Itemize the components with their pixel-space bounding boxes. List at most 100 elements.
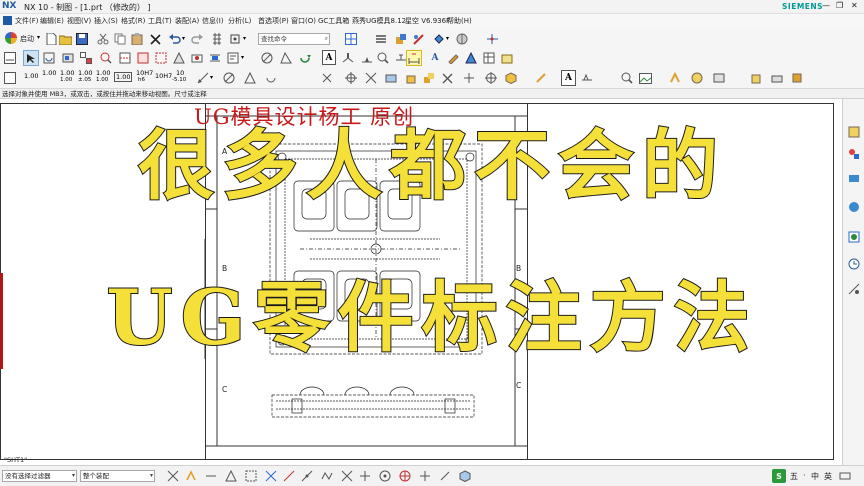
assembly-icon[interactable] — [422, 71, 436, 85]
menu-info[interactable]: 信息(I) — [202, 16, 224, 26]
feature-control-frame-icon[interactable] — [341, 51, 355, 65]
snap-dropdown-icon[interactable]: ▾ — [243, 35, 246, 42]
view-dropdown-icon[interactable]: ▾ — [446, 35, 449, 42]
projected-view-icon[interactable] — [79, 51, 93, 65]
surface-finish-icon[interactable] — [580, 71, 594, 85]
close-button[interactable]: ✕ — [851, 1, 858, 10]
more-tools-icon[interactable] — [790, 71, 804, 85]
symbol-icon[interactable] — [464, 51, 478, 65]
copy-icon[interactable] — [113, 32, 127, 46]
menu-help[interactable]: 帮助(H) — [447, 16, 472, 26]
dim-tool-6[interactable]: 1.00 — [114, 72, 133, 82]
web-browser-icon[interactable] — [847, 230, 861, 244]
ime-dot-label[interactable]: · — [803, 471, 806, 480]
undo-dropdown-icon[interactable]: ▾ — [182, 35, 185, 42]
render-icon[interactable] — [534, 71, 548, 85]
select-arrow-icon[interactable] — [23, 50, 39, 66]
point-icon[interactable] — [462, 71, 476, 85]
arc-center-icon[interactable] — [264, 71, 278, 85]
end-point-icon[interactable] — [282, 469, 296, 483]
ime-wubi-label[interactable]: 五 — [790, 471, 798, 482]
text-style-icon[interactable]: A — [428, 51, 442, 65]
datum-feature-icon[interactable] — [360, 51, 374, 65]
image-icon[interactable] — [638, 71, 652, 85]
hole-table-icon[interactable] — [668, 71, 682, 85]
save-icon[interactable] — [75, 32, 89, 46]
start-icon[interactable] — [5, 32, 17, 44]
inferred-point-icon[interactable] — [264, 469, 278, 483]
hide-components-icon[interactable] — [260, 51, 274, 65]
note-text-icon[interactable]: A — [561, 70, 576, 86]
layer-settings-icon[interactable] — [374, 32, 388, 46]
command-search-input[interactable]: 查找命令 ⌕ — [258, 33, 330, 45]
layer-icon[interactable] — [384, 71, 398, 85]
snap-icon[interactable] — [228, 32, 242, 46]
menu-format[interactable]: 格式(R) — [121, 16, 145, 26]
menu-yanxiu-mold[interactable]: 燕秀UG模具8.12 — [352, 16, 406, 26]
paste-icon[interactable] — [130, 32, 144, 46]
menu-preferences[interactable]: 首选项(P) — [258, 16, 289, 26]
ime-logo-icon[interactable]: S — [772, 469, 786, 483]
start-dropdown-icon[interactable]: ▾ — [37, 34, 40, 41]
search-zoom-icon[interactable] — [620, 71, 634, 85]
cube-icon[interactable] — [504, 71, 518, 85]
export-icon[interactable] — [750, 71, 764, 85]
menu-analysis[interactable]: 分析(L) — [228, 16, 251, 26]
deselect-icon[interactable] — [204, 469, 218, 483]
section-view-icon[interactable] — [118, 51, 132, 65]
update-view-icon[interactable] — [42, 51, 56, 65]
dim-tool-9[interactable]: 10 — [176, 69, 184, 77]
note-icon[interactable]: A — [322, 50, 336, 65]
view-in-view-icon[interactable] — [190, 51, 204, 65]
zoom-icon[interactable] — [376, 51, 390, 65]
scope-dropdown-icon[interactable]: ▾ — [150, 471, 153, 481]
broken-out-icon[interactable] — [172, 51, 186, 65]
centerline-icon[interactable] — [243, 71, 257, 85]
minimize-button[interactable]: — — [822, 1, 830, 10]
dim-tool-1[interactable]: 1.00 — [24, 72, 38, 80]
render-style-icon[interactable] — [455, 32, 469, 46]
ime-settings-icon[interactable] — [838, 469, 852, 483]
view-more-dropdown-icon[interactable]: ▾ — [241, 54, 244, 61]
delete-icon[interactable] — [148, 32, 162, 46]
menu-filter-icon[interactable] — [166, 469, 180, 483]
dim-tool-8[interactable]: 10H7 — [155, 72, 172, 80]
parts-list-icon[interactable] — [712, 71, 726, 85]
detail-view-icon[interactable] — [99, 51, 113, 65]
new-file-icon[interactable] — [44, 32, 58, 46]
point-on-curve-icon[interactable] — [358, 469, 372, 483]
search-icon[interactable]: ⌕ — [325, 34, 328, 44]
parts-navigator-icon[interactable] — [394, 32, 408, 46]
type-filter-select[interactable]: 没有选择过滤器 ▾ — [2, 470, 77, 482]
menu-file[interactable]: 文件(F) — [15, 16, 39, 26]
leader-icon[interactable] — [196, 71, 210, 85]
menu-window[interactable]: 窗口(O) — [291, 16, 316, 26]
menu-gc-toolbox[interactable]: GC工具箱 — [318, 16, 349, 26]
menu-view[interactable]: 视图(V) — [67, 16, 91, 26]
cut-icon[interactable] — [96, 32, 110, 46]
drawing-sheet-icon[interactable] — [3, 51, 17, 65]
sheet-format-icon[interactable] — [3, 71, 17, 85]
intersection-point-icon[interactable] — [340, 469, 354, 483]
sketch-icon[interactable] — [412, 32, 426, 46]
view-style-icon[interactable] — [226, 51, 240, 65]
base-view-icon[interactable] — [61, 51, 75, 65]
maximize-button[interactable]: ❐ — [836, 1, 843, 10]
open-folder-icon[interactable] — [58, 32, 72, 46]
menu-xingkong[interactable]: 星空 V6.936F — [405, 16, 450, 26]
ime-lang-label[interactable]: 英 — [824, 471, 832, 482]
rect-select-icon[interactable] — [244, 469, 258, 483]
dim-tool-4[interactable]: 1.00 — [78, 69, 92, 77]
dims-more-dropdown-icon[interactable]: ▾ — [210, 74, 213, 81]
view-triad-icon[interactable] — [458, 469, 472, 483]
select-all-icon[interactable] — [184, 469, 198, 483]
crosshatch-icon[interactable] — [222, 71, 236, 85]
dim-tool-2[interactable]: 1.00 — [42, 69, 56, 77]
mid-point-icon[interactable] — [300, 469, 314, 483]
origin-icon[interactable] — [344, 71, 358, 85]
show-components-icon[interactable] — [279, 51, 293, 65]
command-finder-icon[interactable] — [210, 32, 224, 46]
quadrant-point-icon[interactable] — [398, 469, 412, 483]
redo-icon[interactable] — [190, 32, 204, 46]
annotation-edit-icon[interactable] — [446, 51, 460, 65]
